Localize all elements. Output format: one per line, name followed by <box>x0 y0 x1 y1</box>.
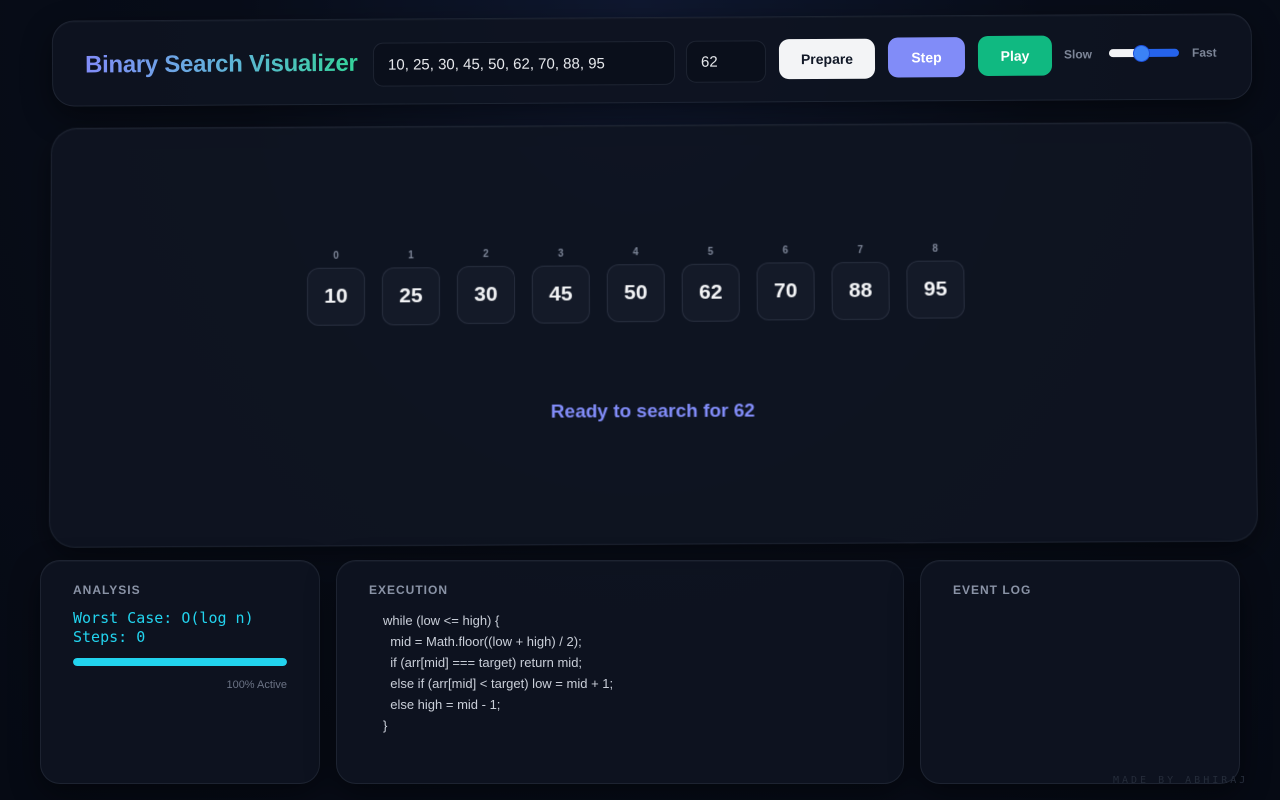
cell-index-label: 3 <box>557 248 564 260</box>
cell-value: 10 <box>307 267 365 326</box>
cell-index-label: 0 <box>333 250 339 262</box>
execution-title: EXECUTION <box>369 583 449 597</box>
cell-value: 95 <box>906 260 965 319</box>
cell-index-label: 7 <box>857 244 864 256</box>
code-line: while (low <= high) { <box>383 613 500 628</box>
cell-value: 70 <box>756 262 815 321</box>
speed-slider-thumb[interactable] <box>1132 44 1151 63</box>
cell-index-label: 5 <box>707 246 714 258</box>
cell-value: 25 <box>381 266 440 325</box>
visualization-stage: 0 10 1 25 2 30 3 45 4 50 5 62 6 70 7 88 8 95 Ready to sea… <box>48 121 1259 548</box>
array-cells: 0 10 1 25 2 30 3 45 4 50 5 62 6 70 7 88 8 95 <box>307 244 965 326</box>
array-cell-4: 4 50 <box>606 247 665 324</box>
cell-index-label: 4 <box>632 247 639 259</box>
code-line: else if (arr[mid] < target) low = mid + … <box>383 676 614 691</box>
analysis-title: ANALYSIS <box>73 583 141 597</box>
array-cell-2: 2 30 <box>456 249 515 325</box>
event-log-card: EVENT LOG <box>920 560 1240 784</box>
speed-fast-label: Fast <box>1191 45 1217 60</box>
analysis-card: ANALYSIS Worst Case: O(log n) Steps: 0 1… <box>40 560 320 784</box>
speed-slow-label: Slow <box>1063 47 1093 62</box>
cell-index-label: 1 <box>408 249 414 261</box>
prepare-button[interactable]: Prepare <box>778 38 876 80</box>
worst-case-text: Worst Case: O(log n) <box>73 609 254 627</box>
cell-value: 62 <box>681 263 740 322</box>
event-log-title: EVENT LOG <box>953 583 1032 597</box>
array-cell-5: 5 62 <box>681 246 740 324</box>
target-input[interactable] <box>685 40 767 83</box>
cell-index-label: 8 <box>932 243 938 255</box>
status-message: Ready to search for 62 <box>550 400 756 423</box>
array-input[interactable] <box>372 40 676 87</box>
array-cell-8: 8 95 <box>906 244 965 323</box>
array-cell-7: 7 88 <box>831 244 890 323</box>
array-cell-6: 6 70 <box>756 245 815 323</box>
progress-bar <box>73 658 287 666</box>
cell-value: 50 <box>606 264 665 323</box>
code-line: else high = mid - 1; <box>383 697 501 712</box>
footer-credit: MADE BY ABHIRAJ <box>1113 775 1249 786</box>
code-line: if (arr[mid] === target) return mid; <box>383 655 583 670</box>
app-title: Binary Search Visualizer <box>84 49 358 79</box>
progress-label: 100% Active <box>226 679 287 691</box>
cell-value: 30 <box>456 265 515 325</box>
play-button[interactable]: Play <box>977 35 1053 77</box>
cell-value: 88 <box>831 261 890 320</box>
step-button[interactable]: Step <box>887 37 966 78</box>
execution-card: EXECUTION while (low <= high) { mid = Ma… <box>336 560 904 784</box>
header-bar: Binary Search Visualizer Prepare Step Pl… <box>51 13 1253 107</box>
array-cell-0: 0 10 <box>307 251 365 326</box>
code-line: mid = Math.floor((low + high) / 2); <box>383 634 582 649</box>
progress-fill <box>73 658 287 666</box>
cell-index-label: 6 <box>782 245 789 257</box>
code-block: while (low <= high) { mid = Math.floor((… <box>383 610 613 736</box>
speed-slider[interactable] <box>1108 44 1179 63</box>
cell-index-label: 2 <box>483 249 489 261</box>
code-line: } <box>383 718 388 733</box>
array-cell-1: 1 25 <box>381 249 440 326</box>
cell-value: 45 <box>531 264 590 324</box>
array-cell-3: 3 45 <box>531 248 590 325</box>
steps-counter: Steps: 0 <box>73 628 146 646</box>
